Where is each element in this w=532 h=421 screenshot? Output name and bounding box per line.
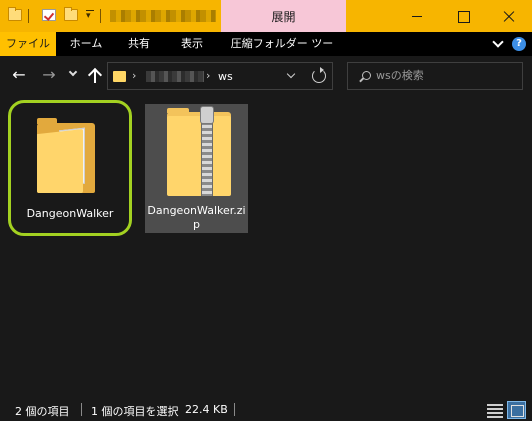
- item-count: 2 個の項目: [15, 405, 70, 418]
- maximize-button[interactable]: [440, 0, 486, 32]
- search-icon: [362, 71, 371, 80]
- search-box[interactable]: [347, 62, 523, 90]
- selection-count: 1 個の項目を選択: [91, 405, 179, 418]
- address-history-chevron-icon[interactable]: [287, 71, 295, 79]
- tab-compressed-folder-tools[interactable]: 圧縮フォルダー ツール: [226, 32, 338, 74]
- toolbar-divider: [28, 9, 29, 23]
- context-tab-extract[interactable]: 展開: [221, 0, 346, 32]
- item-name: DangeonWalker: [26, 207, 114, 220]
- window-title-redacted: [110, 10, 216, 22]
- tab-share[interactable]: 共有: [116, 32, 162, 56]
- tab-view[interactable]: 表示: [166, 32, 218, 56]
- item-name: DangeonWalker.zip: [147, 204, 246, 231]
- expand-ribbon-chevron-icon[interactable]: [492, 38, 504, 50]
- status-divider: [234, 403, 235, 416]
- selection-size: 22.4 KB: [185, 403, 228, 416]
- minimize-button[interactable]: [394, 0, 440, 32]
- breadcrumb-separator[interactable]: ›: [132, 69, 136, 82]
- zip-folder-item[interactable]: DangeonWalker.zip: [145, 104, 248, 233]
- close-button[interactable]: [486, 0, 532, 32]
- details-view-icon[interactable]: [487, 402, 503, 418]
- breadcrumb-separator[interactable]: ›: [206, 69, 210, 82]
- search-input[interactable]: [376, 69, 516, 82]
- folder-item[interactable]: DangeonWalker: [8, 100, 132, 236]
- large-icons-view-icon[interactable]: [507, 401, 526, 419]
- status-divider: [81, 403, 82, 416]
- recent-locations-chevron-icon[interactable]: [67, 66, 79, 80]
- folder-icon: [8, 7, 22, 21]
- status-bar: 2 個の項目 1 個の項目を選択 22.4 KB: [0, 399, 532, 421]
- quick-access-dropdown-icon[interactable]: ▾: [86, 10, 94, 22]
- navigation-bar: ← → › › ws: [0, 56, 532, 96]
- tab-home[interactable]: ホーム: [60, 32, 112, 56]
- breadcrumb-current-folder[interactable]: ws: [218, 70, 233, 83]
- tab-file[interactable]: ファイル: [0, 32, 56, 56]
- forward-button[interactable]: →: [38, 64, 60, 86]
- file-list: DangeonWalker DangeonWalker.zip: [0, 96, 532, 399]
- address-bar[interactable]: › › ws: [107, 62, 333, 90]
- breadcrumb-redacted: [146, 71, 204, 82]
- title-bar: ▾ 展開: [0, 0, 532, 32]
- folder-icon: [113, 71, 126, 82]
- new-folder-icon[interactable]: [64, 7, 78, 21]
- up-arrow-icon[interactable]: [86, 64, 104, 86]
- toolbar-divider: [100, 9, 101, 23]
- back-button[interactable]: ←: [8, 64, 30, 86]
- ribbon-tabs: ファイル ホーム 共有 表示 圧縮フォルダー ツール ?: [0, 32, 532, 74]
- refresh-icon[interactable]: [312, 67, 326, 83]
- properties-icon[interactable]: [42, 9, 56, 21]
- help-icon[interactable]: ?: [512, 37, 526, 51]
